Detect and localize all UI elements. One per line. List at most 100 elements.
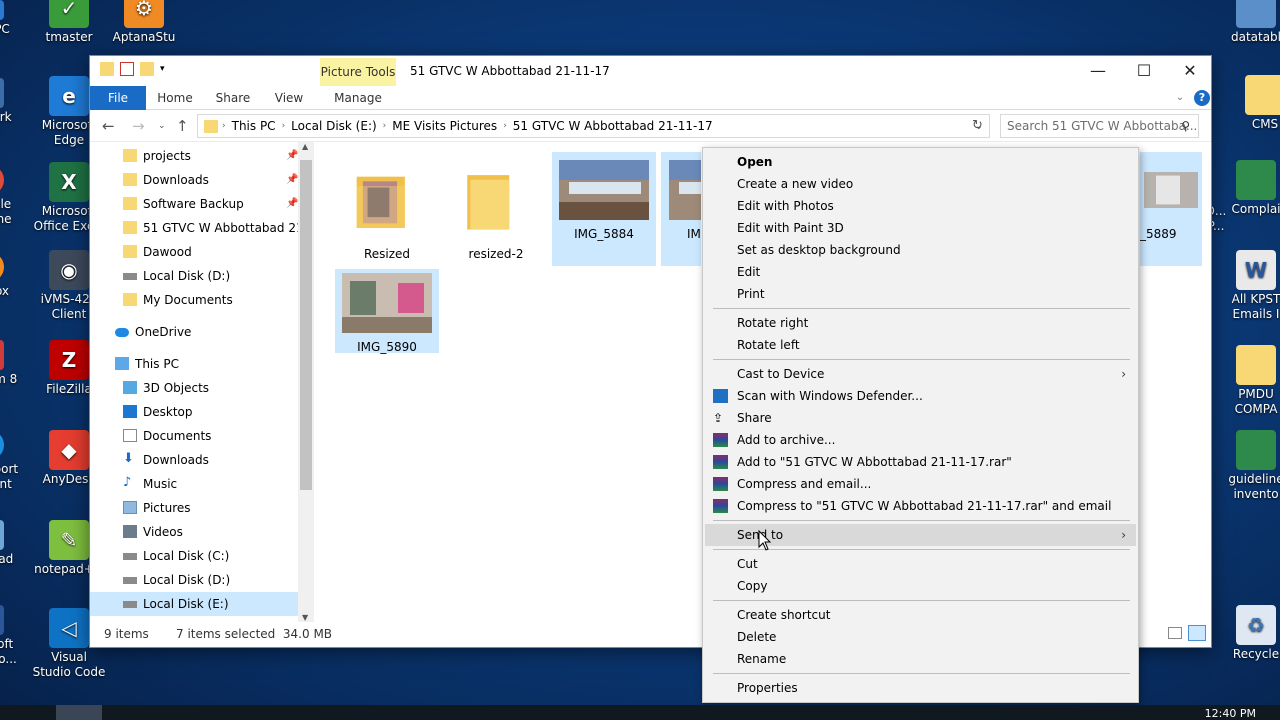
desktop-icon-recycle-bin[interactable]: ♻ Recycle <box>1226 605 1280 662</box>
nav-item-downloads-pinned[interactable]: Downloads 📌 <box>90 168 298 192</box>
refresh-icon[interactable]: ↻ <box>972 118 983 133</box>
taskbar-explorer-button[interactable] <box>56 705 102 720</box>
menu-item-set-background[interactable]: Set as desktop background <box>705 239 1136 261</box>
menu-item-cut[interactable]: Cut <box>705 553 1136 575</box>
menu-item-open[interactable]: Open <box>705 151 1136 173</box>
breadcrumb-this-pc[interactable]: This PC <box>226 119 282 133</box>
menu-item-edit-photos[interactable]: Edit with Photos <box>705 195 1136 217</box>
desktop-icon-chrome[interactable]: gle me <box>0 165 22 227</box>
menu-item-add-to-rar[interactable]: Add to "51 GTVC W Abbottabad 21-11-17.ra… <box>705 451 1136 473</box>
pin-icon[interactable]: 📌 <box>286 144 298 168</box>
help-icon[interactable]: ? <box>1194 90 1210 106</box>
menu-item-compress-email[interactable]: Compress and email... <box>705 473 1136 495</box>
file-tile-resized[interactable]: Resized <box>335 152 439 266</box>
file-tile-img-5890[interactable]: IMG_5890 <box>335 269 439 354</box>
menu-item-rotate-right[interactable]: Rotate right <box>705 312 1136 334</box>
menu-item-compress-rar-email[interactable]: Compress to "51 GTVC W Abbottabad 21-11-… <box>705 495 1136 517</box>
nav-item-my-documents[interactable]: My Documents <box>90 288 298 312</box>
nav-item-dawood[interactable]: Dawood <box>90 240 298 264</box>
search-input[interactable]: Search 51 GTVC W Abbottaba... ⚲ <box>1000 114 1199 138</box>
scrollbar-thumb[interactable] <box>300 160 312 490</box>
breadcrumb-current-folder[interactable]: 51 GTVC W Abbottabad 21-11-17 <box>507 119 719 133</box>
nav-item-onedrive[interactable]: OneDrive <box>90 320 298 344</box>
nav-item-documents[interactable]: Documents <box>90 424 298 448</box>
menu-item-rotate-left[interactable]: Rotate left <box>705 334 1136 356</box>
large-icons-view-icon[interactable] <box>1188 625 1206 641</box>
menu-item-edit-paint3d[interactable]: Edit with Paint 3D <box>705 217 1136 239</box>
nav-item-3d-objects[interactable]: 3D Objects <box>90 376 298 400</box>
back-icon[interactable]: ← <box>102 117 115 135</box>
nav-item-downloads[interactable]: ⬇ Downloads <box>90 448 298 472</box>
desktop-icon-guideline[interactable]: guideline invento <box>1226 430 1280 502</box>
menu-item-add-archive[interactable]: Add to archive... <box>705 429 1136 451</box>
tab-home[interactable]: Home <box>150 86 200 110</box>
menu-item-create-video[interactable]: Create a new video <box>705 173 1136 195</box>
search-icon[interactable]: ⚲ <box>1181 115 1190 137</box>
chevron-down-icon[interactable]: ▾ <box>160 62 170 76</box>
file-tile-img-5889[interactable]: _5889 <box>1140 152 1202 266</box>
forward-icon[interactable]: → <box>132 117 145 135</box>
menu-item-print[interactable]: Print <box>705 283 1136 305</box>
nav-item-local-disk-d[interactable]: Local Disk (D:) <box>90 568 298 592</box>
desktop-icon-network[interactable]: ork <box>0 78 22 125</box>
pin-icon[interactable]: 📌 <box>286 192 298 216</box>
minimize-button[interactable]: — <box>1075 56 1121 86</box>
menu-item-share[interactable]: ⇪ Share <box>705 407 1136 429</box>
menu-item-rename[interactable]: Rename <box>705 648 1136 670</box>
file-tile-img-partial[interactable]: IMG_ <box>661 152 701 266</box>
desktop-icon-aptana[interactable]: ⚙ AptanaStu <box>106 0 182 45</box>
nav-item-local-disk-c[interactable]: Local Disk (C:) <box>90 544 298 568</box>
close-button[interactable]: ✕ <box>1167 56 1213 86</box>
nav-item-software-backup[interactable]: Software Backup 📌 <box>90 192 298 216</box>
nav-item-projects[interactable]: projects 📌 <box>90 144 298 168</box>
breadcrumb-me-visits[interactable]: ME Visits Pictures <box>386 119 503 133</box>
menu-item-create-shortcut[interactable]: Create shortcut <box>705 604 1136 626</box>
taskbar-clock[interactable]: 12:40 PM <box>1205 707 1256 720</box>
recent-locations-icon[interactable]: ⌄ <box>158 121 166 131</box>
maximize-button[interactable]: ☐ <box>1121 56 1167 86</box>
desktop-icon-word[interactable]: soft Wo... <box>0 605 22 667</box>
menu-item-edit[interactable]: Edit <box>705 261 1136 283</box>
camera-icon: ◉ <box>49 250 89 290</box>
desktop-icon-notepad[interactable]: pad <box>0 520 22 567</box>
support-icon <box>0 430 4 460</box>
up-icon[interactable]: ↑ <box>176 117 189 135</box>
desktop-icon-pc[interactable]: PC <box>0 0 22 37</box>
desktop-icon-datatable[interactable]: datatabl <box>1226 0 1280 45</box>
menu-item-copy[interactable]: Copy <box>705 575 1136 597</box>
menu-item-properties[interactable]: Properties <box>705 677 1136 699</box>
nav-item-music[interactable]: ♪ Music <box>90 472 298 496</box>
properties-icon[interactable] <box>120 62 134 76</box>
desktop-icon-support[interactable]: pport ant <box>0 430 22 492</box>
nav-item-current-folder[interactable]: 51 GTVC W Abbottabad 21-11 <box>90 216 298 240</box>
tab-share[interactable]: Share <box>208 86 258 110</box>
menu-item-scan-defender[interactable]: Scan with Windows Defender... <box>705 385 1136 407</box>
file-tile-resized-2[interactable]: resized-2 <box>444 152 548 266</box>
breadcrumb-local-disk-e[interactable]: Local Disk (E:) <box>285 119 383 133</box>
tab-file[interactable]: File <box>90 86 146 110</box>
details-view-icon[interactable] <box>1168 627 1182 639</box>
new-folder-icon[interactable] <box>140 62 154 76</box>
ribbon-expand-icon[interactable]: ⌄ <box>1170 86 1190 110</box>
nav-item-this-pc[interactable]: This PC <box>90 352 298 376</box>
desktop-icon-cms[interactable]: CMS <box>1240 75 1280 132</box>
nav-item-local-disk-e[interactable]: Local Disk (E:) <box>90 592 298 616</box>
desktop-icon-pmdu[interactable]: PMDU COMPA <box>1226 345 1280 417</box>
menu-item-cast-to-device[interactable]: Cast to Device › <box>705 363 1136 385</box>
desktop-icon-firefox[interactable]: ox <box>0 252 22 299</box>
tab-view[interactable]: View <box>265 86 313 110</box>
tab-manage[interactable]: Manage <box>320 86 396 110</box>
menu-item-delete[interactable]: Delete <box>705 626 1136 648</box>
nav-item-pictures[interactable]: Pictures <box>90 496 298 520</box>
desktop-icon-app[interactable]: am 8 <box>0 340 22 387</box>
file-tile-img-5884[interactable]: IMG_5884 <box>552 152 656 266</box>
address-bar[interactable]: › This PC › Local Disk (E:) › ME Visits … <box>197 114 990 138</box>
nav-item-desktop[interactable]: Desktop <box>90 400 298 424</box>
desktop-icon-emails[interactable]: W All KPST Emails I <box>1226 250 1280 322</box>
nav-item-local-disk-d-quick[interactable]: Local Disk (D:) <box>90 264 298 288</box>
desktop-icon-tmaster[interactable]: ✓ tmaster <box>31 0 107 45</box>
navigation-scrollbar[interactable]: ▲ ▼ <box>298 142 314 622</box>
nav-item-videos[interactable]: Videos <box>90 520 298 544</box>
pin-icon[interactable]: 📌 <box>286 168 298 192</box>
scroll-up-icon[interactable]: ▲ <box>302 142 308 151</box>
